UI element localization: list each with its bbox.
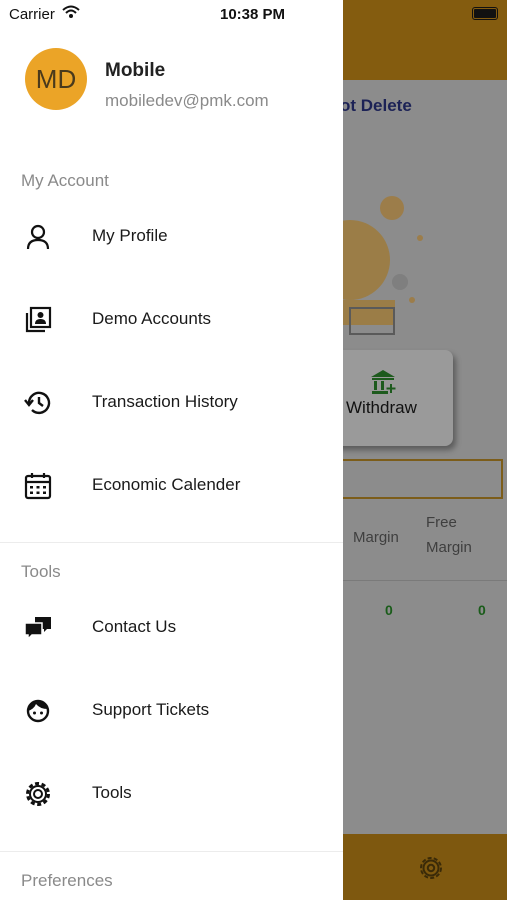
settings-gear-icon[interactable] bbox=[416, 853, 446, 883]
background-page-title: ot Delete bbox=[340, 96, 412, 115]
menu-item-label: Demo Accounts bbox=[92, 309, 212, 328]
column-free-margin: Margin bbox=[426, 539, 472, 556]
menu-item-support-tickets[interactable]: Support Tickets bbox=[0, 681, 343, 741]
status-time: 10:38 PM bbox=[220, 6, 286, 23]
carrier-label: Carrier bbox=[9, 6, 55, 23]
section-my-account: My Account bbox=[21, 171, 109, 190]
menu-item-label: Contact Us bbox=[92, 617, 177, 636]
section-preferences: Preferences bbox=[21, 871, 113, 890]
chat-bubbles-icon bbox=[24, 617, 51, 641]
background-input-field[interactable] bbox=[330, 459, 503, 499]
gear-icon bbox=[26, 782, 50, 806]
menu-item-transaction-history[interactable]: Transaction History bbox=[0, 373, 343, 433]
menu-item-label: My Profile bbox=[92, 226, 168, 245]
menu-item-label: Transaction History bbox=[92, 392, 238, 411]
column-free: Free bbox=[426, 514, 457, 531]
user-email: mobiledev@pmk.com bbox=[105, 91, 269, 110]
wallet-illustration bbox=[340, 196, 423, 335]
margin-value: 0 bbox=[385, 602, 393, 618]
battery-icon bbox=[472, 7, 498, 20]
user-avatar[interactable]: MD bbox=[25, 48, 87, 110]
menu-item-contact-us[interactable]: Contact Us bbox=[0, 598, 343, 658]
section-divider bbox=[0, 542, 343, 543]
free-margin-value: 0 bbox=[478, 602, 486, 618]
menu-item-tools[interactable]: Tools bbox=[0, 764, 343, 824]
menu-item-label: Economic Calender bbox=[92, 475, 241, 494]
menu-item-label: Tools bbox=[92, 783, 132, 802]
column-margin: Margin bbox=[353, 529, 399, 546]
support-agent-icon bbox=[26, 699, 50, 723]
menu-item-economic-calender[interactable]: Economic Calender bbox=[0, 456, 343, 516]
bank-withdraw-icon bbox=[371, 370, 396, 394]
account-box-icon bbox=[25, 306, 52, 333]
status-bar: Carrier 10:38 PM bbox=[0, 0, 343, 28]
person-icon bbox=[26, 224, 50, 250]
table-divider bbox=[343, 580, 507, 581]
wifi-icon bbox=[62, 5, 80, 18]
menu-item-my-profile[interactable]: My Profile bbox=[0, 207, 343, 267]
withdraw-label: Withdraw bbox=[346, 398, 417, 417]
history-icon bbox=[24, 391, 51, 415]
menu-item-demo-accounts[interactable]: Demo Accounts bbox=[0, 290, 343, 350]
section-divider bbox=[0, 851, 343, 852]
calendar-icon bbox=[24, 473, 52, 500]
navigation-drawer: Carrier 10:38 PM MD Mobile mobiledev@pmk… bbox=[0, 0, 343, 900]
menu-item-label: Support Tickets bbox=[92, 700, 210, 719]
user-name: Mobile bbox=[105, 60, 166, 81]
section-tools: Tools bbox=[21, 562, 61, 581]
